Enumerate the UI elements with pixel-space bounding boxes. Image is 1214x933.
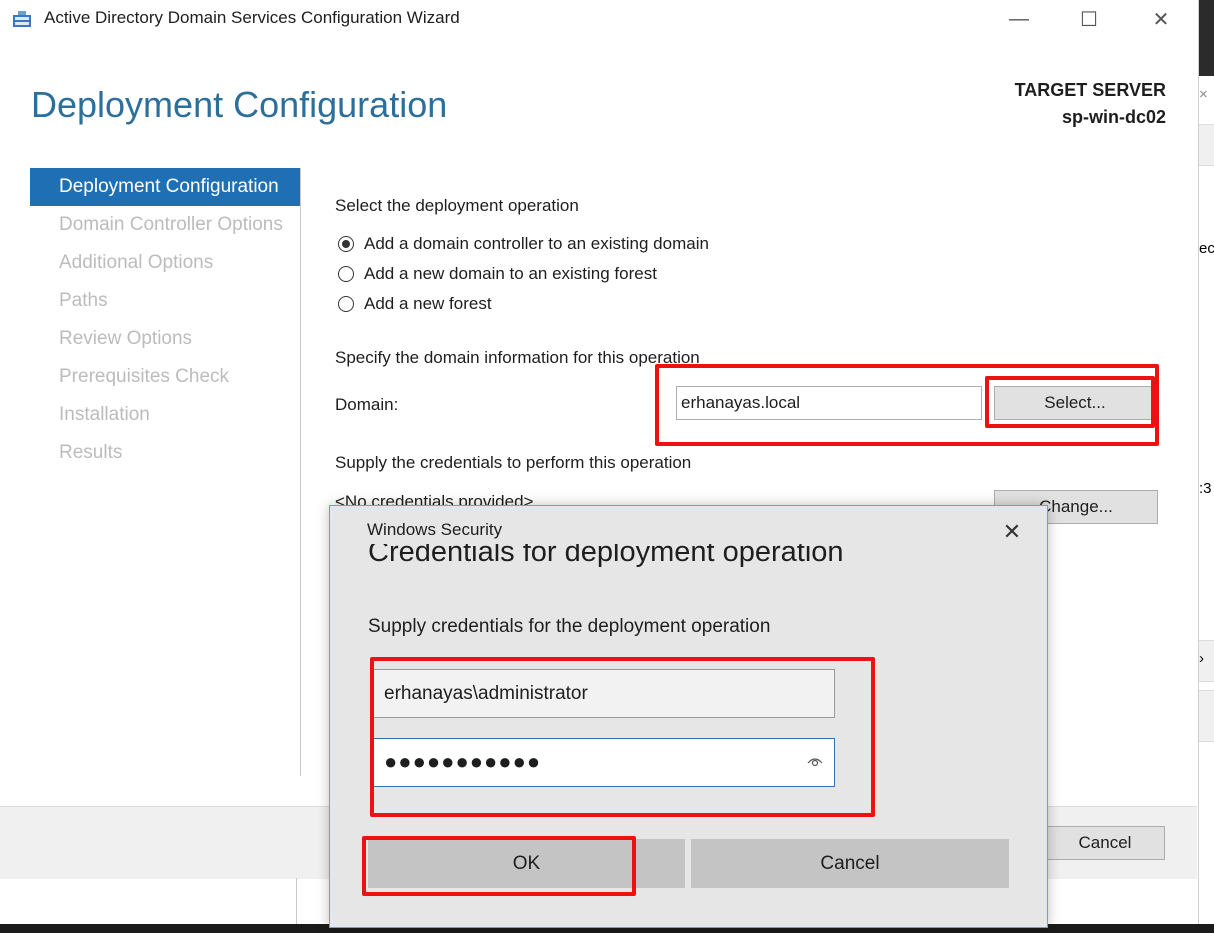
radio-option-new-forest[interactable]: Add a new forest bbox=[338, 294, 492, 314]
nav-item-additional-options: Additional Options bbox=[59, 252, 214, 273]
radio-label: Add a new domain to an existing forest bbox=[364, 264, 657, 283]
maximize-button[interactable]: ☐ bbox=[1066, 0, 1112, 38]
background-toolbar bbox=[1199, 0, 1214, 76]
background-close-icon: × bbox=[1199, 86, 1208, 103]
radio-label: Add a domain controller to an existing d… bbox=[364, 234, 709, 253]
background-band bbox=[1199, 124, 1214, 166]
wizard-cancel-button[interactable]: Cancel bbox=[1045, 826, 1165, 860]
dialog-heading: Credentials for deployment operation bbox=[368, 544, 1008, 582]
page-title: Deployment Configuration bbox=[31, 84, 448, 125]
domain-label: Domain: bbox=[335, 395, 399, 414]
credentials-heading: Supply the credentials to perform this o… bbox=[335, 453, 692, 472]
nav-divider bbox=[300, 168, 301, 776]
radio-button-selected[interactable] bbox=[338, 236, 354, 252]
target-server-name: sp-win-dc02 bbox=[1061, 107, 1166, 127]
dialog-heading-text: Credentials for deployment operation bbox=[368, 544, 844, 568]
close-button[interactable]: ✕ bbox=[1138, 0, 1184, 38]
background-text: › bbox=[1199, 650, 1204, 667]
wizard-nav: Deployment Configuration Domain Controll… bbox=[30, 168, 300, 472]
radio-option-new-domain[interactable]: Add a new domain to an existing forest bbox=[338, 264, 657, 284]
server-icon bbox=[13, 11, 31, 27]
radio-button[interactable] bbox=[338, 266, 354, 282]
minimize-button[interactable]: — bbox=[996, 0, 1042, 38]
background-band bbox=[1199, 690, 1214, 742]
footer-divider bbox=[296, 878, 297, 924]
dialog-title: Windows Security bbox=[367, 520, 503, 539]
nav-item-paths: Paths bbox=[59, 290, 108, 311]
highlight-box bbox=[985, 376, 1155, 428]
dialog-cancel-button[interactable]: Cancel bbox=[691, 839, 1009, 888]
radio-option-add-dc[interactable]: Add a domain controller to an existing d… bbox=[338, 234, 709, 254]
nav-item-results: Results bbox=[59, 442, 123, 463]
background-text: :3 bbox=[1199, 480, 1212, 497]
target-server-label: TARGET SERVER bbox=[1014, 80, 1166, 100]
nav-item-review-options: Review Options bbox=[59, 328, 193, 349]
nav-item-deployment-configuration[interactable]: Deployment Configuration bbox=[30, 168, 300, 206]
title-bar: Active Directory Domain Services Configu… bbox=[0, 0, 1197, 40]
highlight-box bbox=[370, 657, 875, 817]
nav-item-installation: Installation bbox=[59, 404, 150, 425]
nav-item-domain-controller-options: Domain Controller Options bbox=[59, 214, 283, 235]
nav-item-prerequisites-check: Prerequisites Check bbox=[59, 366, 230, 387]
domain-heading: Specify the domain information for this … bbox=[335, 348, 700, 367]
window-title: Active Directory Domain Services Configu… bbox=[44, 8, 460, 27]
operation-heading: Select the deployment operation bbox=[335, 196, 579, 215]
radio-label: Add a new forest bbox=[364, 294, 492, 313]
radio-button[interactable] bbox=[338, 296, 354, 312]
credentials-dialog: Windows Security ✕ Credentials for deplo… bbox=[329, 505, 1048, 928]
background-window: × ec :3 › bbox=[1198, 0, 1214, 933]
highlight-box bbox=[362, 836, 636, 896]
dialog-subheading: Supply credentials for the deployment op… bbox=[368, 616, 771, 637]
background-text: ec bbox=[1199, 240, 1214, 257]
